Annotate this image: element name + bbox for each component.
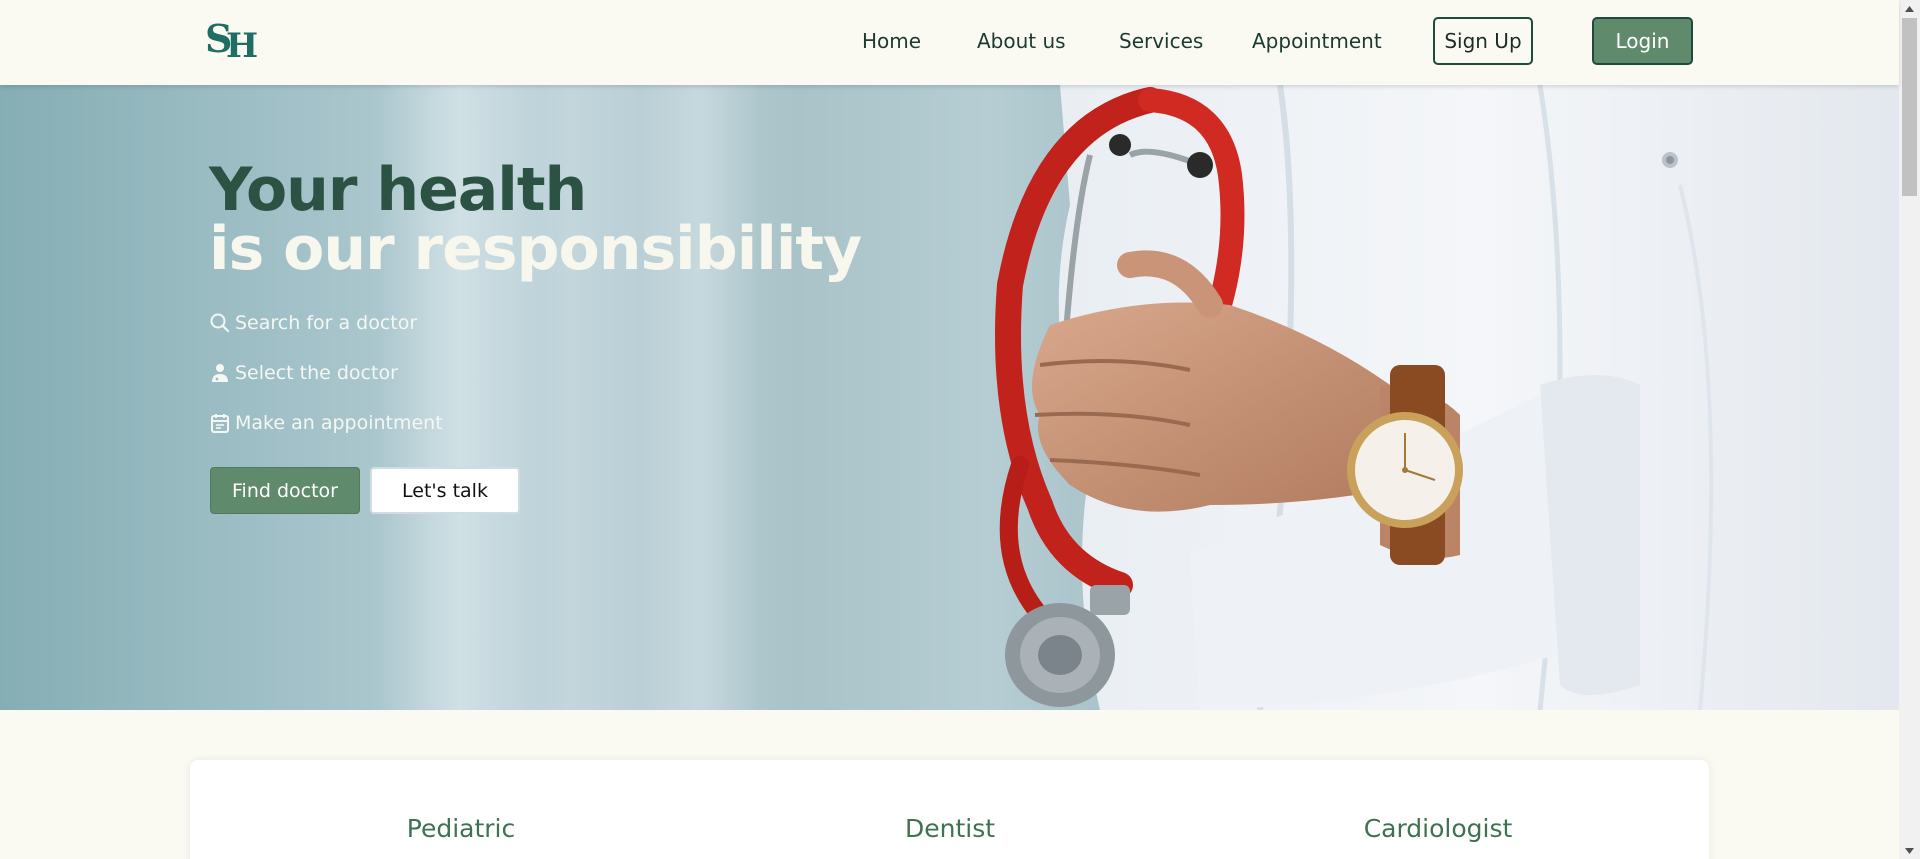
specialty-dentist[interactable]: Dentist [905, 814, 995, 843]
specialties-card: Pediatric Dentist Cardiologist [190, 760, 1709, 859]
logo[interactable]: S H [205, 16, 259, 66]
nav-home[interactable]: Home [862, 29, 921, 55]
search-icon [209, 312, 231, 334]
site-header: S H Home About us Services Appointment S… [0, 0, 1899, 85]
step-select: Select the doctor [209, 360, 398, 386]
hero-section: Your health is our responsibility Search… [0, 85, 1899, 710]
specialty-pediatric[interactable]: Pediatric [407, 814, 515, 843]
find-doctor-button[interactable]: Find doctor [210, 467, 360, 514]
step-search: Search for a doctor [209, 310, 417, 336]
login-button[interactable]: Login [1592, 17, 1693, 65]
logo-letter-h: H [226, 26, 259, 66]
scroll-up-icon[interactable] [1899, 0, 1920, 17]
calendar-icon [209, 412, 231, 434]
specialty-cardiologist[interactable]: Cardiologist [1364, 814, 1513, 843]
scroll-down-icon[interactable] [1899, 842, 1920, 859]
scroll-thumb[interactable] [1902, 18, 1917, 196]
step-select-label: Select the doctor [235, 362, 398, 384]
signup-button[interactable]: Sign Up [1433, 17, 1533, 65]
doctor-icon [209, 362, 231, 384]
nav-appointment[interactable]: Appointment [1252, 29, 1382, 55]
page-scrollbar[interactable] [1899, 0, 1920, 859]
doctor-hero-image [995, 85, 1899, 710]
step-appointment: Make an appointment [209, 410, 443, 436]
nav-about-us[interactable]: About us [977, 29, 1066, 55]
step-search-label: Search for a doctor [235, 312, 418, 334]
step-appointment-label: Make an appointment [235, 412, 443, 434]
nav-services[interactable]: Services [1119, 29, 1203, 55]
hero-title-line2: is our responsibility [209, 214, 862, 284]
lets-talk-button[interactable]: Let's talk [370, 467, 520, 514]
